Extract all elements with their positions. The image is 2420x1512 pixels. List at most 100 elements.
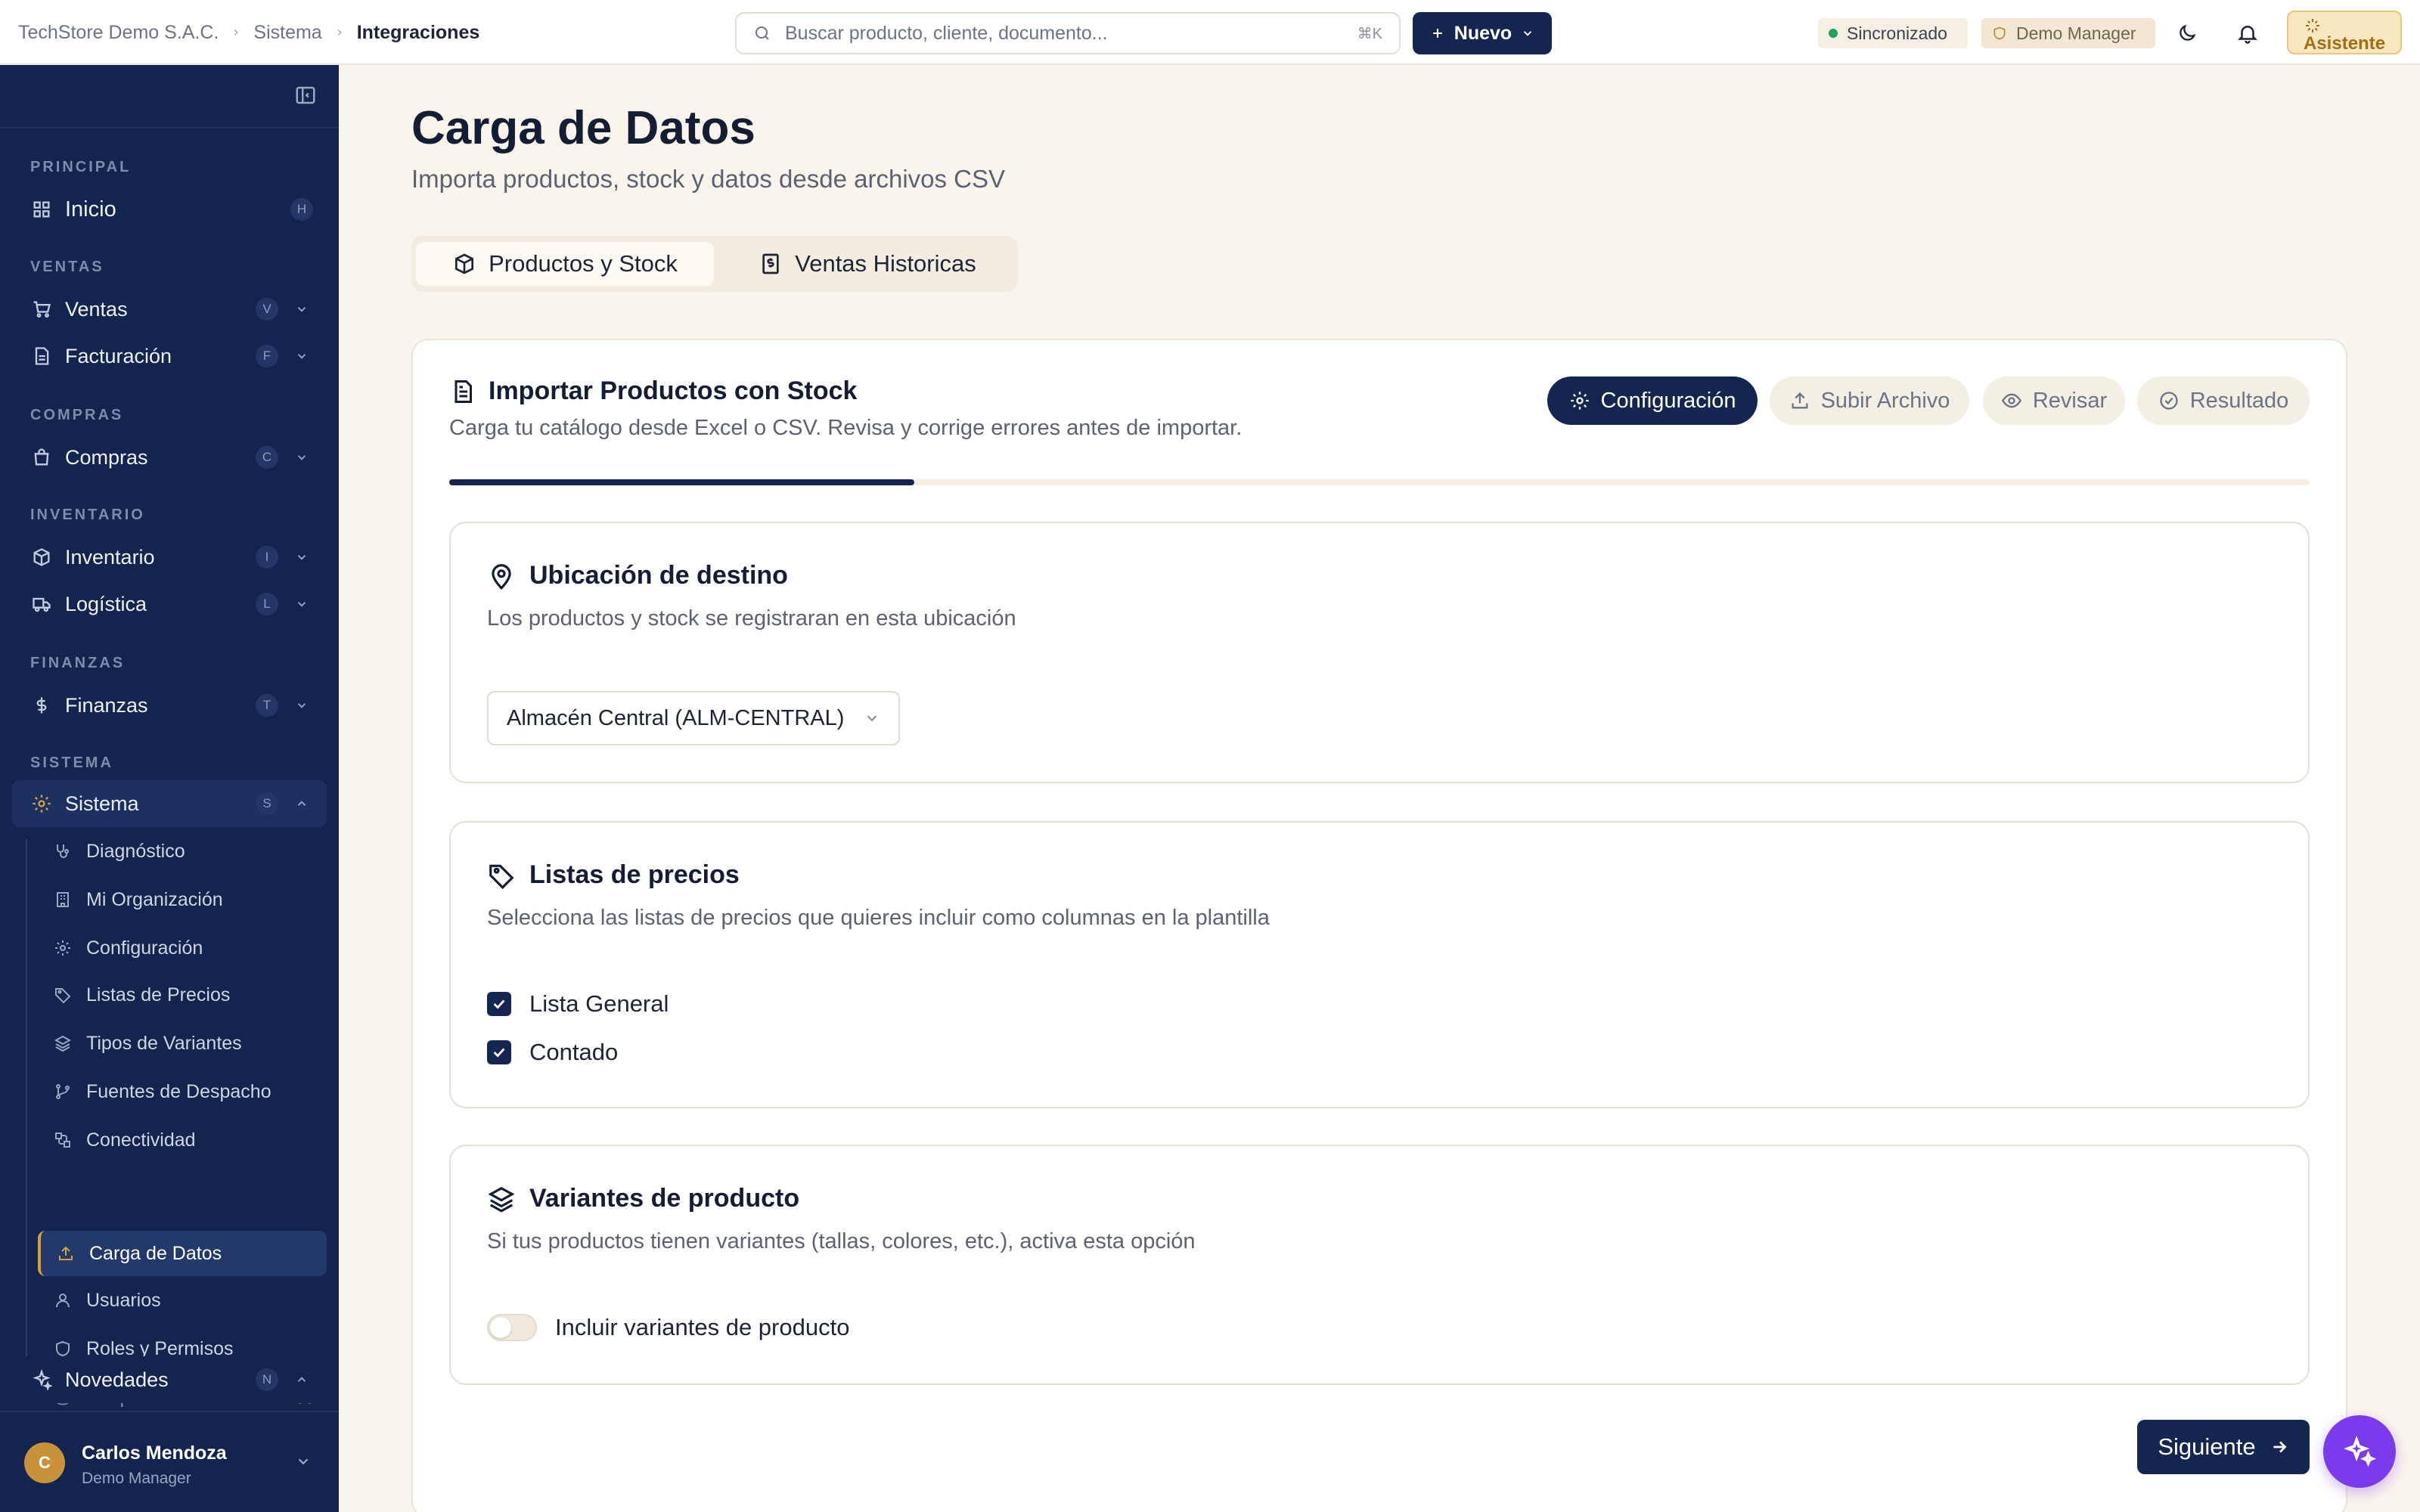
section-variants: Variantes de producto Si tus productos t… — [449, 1145, 2310, 1385]
sidebar-item-compras[interactable]: Compras C — [12, 434, 327, 481]
shortcut-key: N — [256, 1368, 278, 1391]
user-profile[interactable]: C Carlos Mendoza Demo Manager — [0, 1411, 339, 1512]
theme-toggle-button[interactable] — [2169, 15, 2205, 51]
checkbox-lista-general[interactable]: Lista General — [487, 990, 669, 1018]
sidebar-collapse-button[interactable] — [292, 82, 319, 109]
sidebar-item-label: Logística — [65, 592, 147, 615]
checkbox-contado[interactable]: Contado — [487, 1039, 618, 1066]
search-input[interactable]: Buscar producto, cliente, documento... — [785, 23, 1357, 45]
toggle-knob — [490, 1317, 511, 1338]
tab-ventas-historicas[interactable]: Ventas Historicas — [720, 242, 1015, 286]
dollar-icon — [29, 692, 54, 718]
sidebar-divider — [0, 127, 339, 129]
shortcut-key: H — [290, 198, 313, 221]
breadcrumb-section[interactable]: Sistema — [253, 22, 321, 44]
sidebar-item-label: Finanzas — [65, 693, 148, 717]
section-label-inventario: INVENTARIO — [30, 507, 145, 523]
search-box[interactable]: Buscar producto, cliente, documento... ⌘… — [735, 12, 1401, 54]
checkbox-checked[interactable] — [487, 992, 511, 1016]
step-subir-archivo[interactable]: Subir Archivo — [1770, 376, 1969, 425]
sidebar-item-sistema[interactable]: Sistema S — [12, 780, 327, 827]
card-title-text: Importar Productos con Stock — [489, 376, 858, 405]
shortcut-key: S — [256, 792, 278, 815]
tag-icon — [487, 861, 516, 890]
map-pin-icon — [487, 562, 516, 590]
sidebar-subitem-conectividad[interactable]: Conectividad — [38, 1117, 327, 1163]
step-label: Subir Archivo — [1820, 388, 1950, 413]
checkbox-checked[interactable] — [487, 1040, 511, 1064]
gear-icon — [29, 791, 54, 816]
sidebar-item-inicio[interactable]: Inicio H — [12, 186, 327, 233]
section-title: Variantes de producto — [487, 1184, 799, 1213]
chevron-down-icon — [292, 597, 312, 611]
sidebar-item-novedades-row[interactable]: Novedades N — [12, 1356, 327, 1403]
section-title: Ubicación de destino — [487, 561, 788, 590]
sidebar-subitem-carga-datos[interactable]: Carga de Datos — [38, 1231, 327, 1276]
chevron-right-icon — [231, 27, 241, 38]
shortcut-key: T — [256, 694, 278, 717]
check-circle-icon — [2158, 390, 2180, 411]
section-title-text: Ubicación de destino — [529, 561, 788, 590]
step-revisar[interactable]: Revisar — [1983, 376, 2125, 425]
chevron-up-icon — [292, 1373, 312, 1387]
new-button[interactable]: Nuevo — [1413, 12, 1552, 54]
receipt-icon — [759, 252, 783, 276]
sidebar-subitem-tipos-variantes[interactable]: Tipos de Variantes — [38, 1021, 327, 1066]
page-title: Carga de Datos — [411, 102, 755, 154]
assistant-button[interactable]: Asistente — [2287, 11, 2402, 54]
git-branch-icon — [51, 1080, 74, 1103]
checkbox-label: Lista General — [529, 990, 669, 1017]
sidebar-item-ventas[interactable]: Ventas V — [12, 286, 327, 333]
sidebar-subitem-label: Tipos de Variantes — [86, 1032, 242, 1054]
sidebar-item-label: Novedades — [65, 1368, 169, 1391]
progress-fill — [449, 479, 914, 485]
chevron-down-icon — [295, 1453, 312, 1470]
sidebar-item-finanzas[interactable]: Finanzas T — [12, 682, 327, 729]
tab-productos-stock[interactable]: Productos y Stock — [416, 242, 714, 286]
gear-icon — [1569, 390, 1590, 411]
progress-bar — [449, 479, 2310, 485]
shield-icon — [1992, 26, 2007, 41]
card-description: Carga tu catálogo desde Excel o CSV. Rev… — [449, 416, 1243, 440]
sparkles-icon — [2304, 17, 2322, 35]
variants-toggle[interactable] — [487, 1314, 537, 1341]
sidebar-subitem-configuracion[interactable]: Configuración — [38, 925, 327, 971]
ai-assistant-fab[interactable] — [2323, 1415, 2396, 1488]
sidebar-item-inventario[interactable]: Inventario I — [12, 534, 327, 581]
notifications-button[interactable] — [2229, 15, 2266, 51]
upload-icon — [54, 1242, 77, 1265]
sidebar-subitem-label: Carga de Datos — [89, 1242, 222, 1264]
section-description: Los productos y stock se registraran en … — [487, 606, 1016, 631]
user-icon — [51, 1289, 74, 1312]
checkbox-label: Contado — [529, 1039, 619, 1065]
sidebar-subitem-diagnostico[interactable]: Diagnóstico — [38, 829, 327, 874]
variants-toggle-row[interactable]: Incluir variantes de producto — [487, 1314, 849, 1341]
import-card: Importar Productos con Stock Carga tu ca… — [411, 339, 2347, 1512]
tag-icon — [51, 984, 74, 1006]
new-button-label: Nuevo — [1454, 22, 1512, 44]
status-dot-icon — [1829, 29, 1838, 38]
chevron-down-icon — [292, 699, 312, 712]
sidebar-item-label: Inventario — [65, 545, 155, 569]
network-icon — [51, 1129, 74, 1151]
sidebar-subitem-listas-precios[interactable]: Listas de Precios — [38, 972, 327, 1018]
sidebar-subitem-fuentes-despacho[interactable]: Fuentes de Despacho — [38, 1069, 327, 1114]
next-button-label: Siguiente — [2158, 1433, 2256, 1460]
bell-icon — [2236, 22, 2259, 45]
search-shortcut: ⌘K — [1357, 25, 1382, 42]
assistant-label: Asistente — [2304, 33, 2386, 54]
step-resultado[interactable]: Resultado — [2137, 376, 2310, 425]
sidebar-subitem-usuarios[interactable]: Usuarios — [38, 1278, 327, 1323]
stethoscope-icon — [51, 840, 74, 863]
sidebar-item-logistica[interactable]: Logística L — [12, 581, 327, 627]
sidebar-item-facturacion[interactable]: Facturación F — [12, 333, 327, 380]
file-text-icon — [29, 343, 54, 369]
panel-left-icon — [294, 84, 317, 107]
step-label: Revisar — [2032, 388, 2108, 413]
step-configuracion[interactable]: Configuración — [1547, 376, 1758, 425]
breadcrumb-org[interactable]: TechStore Demo S.A.C. — [18, 22, 219, 44]
next-button[interactable]: Siguiente — [2137, 1420, 2310, 1474]
location-select[interactable]: Almacén Central (ALM-CENTRAL) — [487, 691, 900, 745]
sidebar-subitem-organizacion[interactable]: Mi Organización — [38, 877, 327, 922]
section-label-ventas: VENTAS — [30, 259, 104, 275]
